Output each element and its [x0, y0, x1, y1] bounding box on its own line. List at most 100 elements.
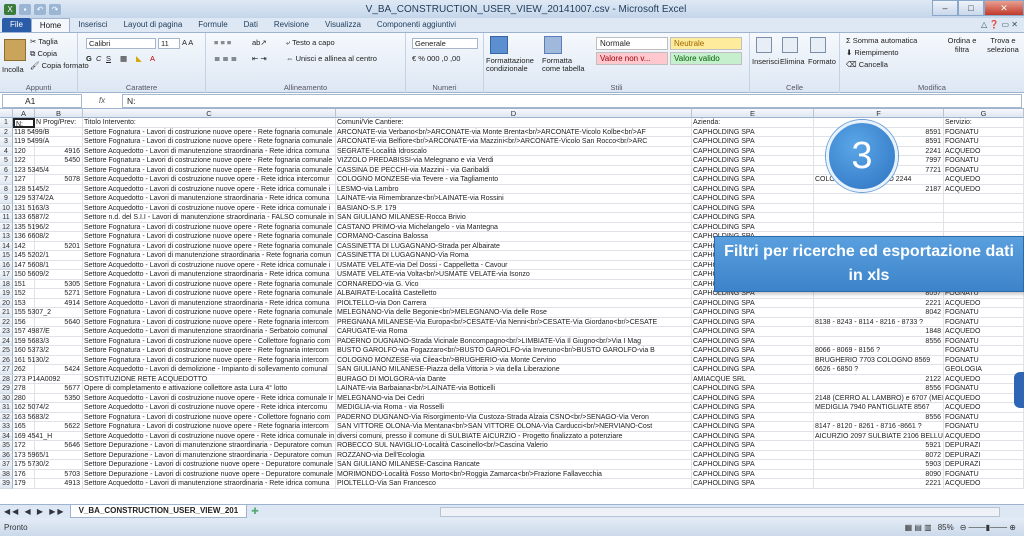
cell-f[interactable]: BRUGHERIO 7703 COLOGNO 8569: [814, 355, 944, 365]
style-normal[interactable]: Normale: [596, 37, 668, 50]
row-header[interactable]: 28: [0, 374, 13, 384]
row-header[interactable]: 32: [0, 412, 13, 422]
cell-d[interactable]: COLOGNO MONZESE-via Cilea<br/>BRUGHERIO-…: [336, 355, 692, 365]
insert-cells-icon[interactable]: [756, 37, 772, 53]
cell-c[interactable]: Settore n.d. del S.I.I - Lavori di manut…: [83, 213, 336, 223]
table-row[interactable]: 32 163 5683/2 Settore Fognatura - Lavori d…: [0, 412, 1024, 422]
cell-c[interactable]: Settore Fognatura - Lavori di costruzion…: [83, 279, 336, 289]
name-box[interactable]: A1: [2, 93, 82, 108]
cell-e[interactable]: CAPHOLDING SPA: [692, 127, 814, 137]
conditional-format-icon[interactable]: [490, 36, 508, 54]
cell-a[interactable]: 118 5499/B: [13, 127, 49, 137]
column-header-e[interactable]: E: [692, 109, 814, 118]
table-row[interactable]: 30 280 5350 Settore Acquedotto - Lavori di …: [0, 393, 1024, 403]
tab-insert[interactable]: Inserisci: [70, 18, 115, 32]
cell-c[interactable]: Settore Fognatura - Lavori di costruzion…: [83, 156, 336, 166]
cell-e[interactable]: CAPHOLDING SPA: [692, 137, 814, 147]
cell-a[interactable]: 123 5345/4: [13, 165, 49, 175]
cell-a[interactable]: 262: [13, 365, 35, 375]
cell-f[interactable]: 8138 - 8243 - 8114 - 8216 - 8733 ?: [814, 317, 944, 327]
cell-c[interactable]: Settore Fognatura - Lavori di costruzion…: [83, 308, 336, 318]
cell-b[interactable]: 5201: [35, 241, 83, 251]
cell-g[interactable]: FOGNATU: [944, 127, 1024, 137]
cell-d[interactable]: PIOLTELLO-Via San Francesco: [336, 479, 692, 489]
cell-a[interactable]: 131 5163/3: [13, 203, 49, 213]
cell-f[interactable]: 2122: [814, 374, 944, 384]
table-row[interactable]: 31 162 5074/2 Settore Acquedotto - Lavori …: [0, 403, 1024, 413]
table-row[interactable]: 37 175 5730/2 Settore Depurazione - Lavori…: [0, 460, 1024, 470]
cell-b[interactable]: [35, 194, 83, 204]
align-top-icon[interactable]: ≡ ≡ ≡: [214, 38, 231, 47]
cell-d[interactable]: SAN GIULIANO MILANESE-Piazza della Vitto…: [336, 365, 692, 375]
table-row[interactable]: 25 160 5373/2 Settore Fognatura - Lavori d…: [0, 346, 1024, 356]
cell-c[interactable]: Settore Acquedotto - Lavori di manutenzi…: [83, 194, 336, 204]
cell-b[interactable]: 5640: [35, 317, 83, 327]
cell-f[interactable]: [814, 194, 944, 204]
cell-b[interactable]: N Prog/Prev:: [35, 118, 83, 128]
cell-f[interactable]: [814, 213, 944, 223]
cell-d[interactable]: MELEGNANO-Via delle Begonie<br/>MELEGNAN…: [336, 308, 692, 318]
row-header[interactable]: 9: [0, 194, 13, 204]
cell-e[interactable]: CAPHOLDING SPA: [692, 355, 814, 365]
cell-b[interactable]: [35, 336, 83, 346]
cell-e[interactable]: AMIACQUE SRL: [692, 374, 814, 384]
cell-g[interactable]: ACQUEDO: [944, 175, 1024, 185]
row-header[interactable]: 36: [0, 450, 13, 460]
table-row[interactable]: 26 161 5130/2 Settore Fognatura - Lavori d…: [0, 355, 1024, 365]
delete-button[interactable]: Elimina: [780, 57, 805, 66]
cell-d[interactable]: PREGNANA MILANESE-Via Europa<br/>CESATE-…: [336, 317, 692, 327]
row-header[interactable]: 29: [0, 384, 13, 394]
align-left-icon[interactable]: ≣ ≣ ≣: [214, 54, 237, 63]
save-icon[interactable]: ▪: [19, 3, 31, 15]
fill-button[interactable]: ⬇ Riempimento: [846, 48, 899, 57]
row-header[interactable]: 17: [0, 270, 13, 280]
cell-d[interactable]: LAINATE-via Rimembranze<br/>LAINATE-via …: [336, 194, 692, 204]
cell-d[interactable]: MEDIGLIA-via Roma - via Rosselli: [336, 403, 692, 413]
cell-b[interactable]: [35, 127, 83, 137]
table-row[interactable]: 29 278 5677 Opere di completamento e attiva…: [0, 384, 1024, 394]
cell-b[interactable]: [35, 232, 83, 242]
paste-icon[interactable]: [4, 39, 26, 61]
tab-view[interactable]: Visualizza: [317, 18, 369, 32]
cell-f[interactable]: MEDIGLIA 7940 PANTIGLIATE 8567: [814, 403, 944, 413]
cell-a[interactable]: 175 5730/2: [13, 460, 49, 470]
row-header[interactable]: 8: [0, 184, 13, 194]
cell-b[interactable]: 5305: [35, 279, 83, 289]
insert-button[interactable]: Inserisci: [752, 57, 780, 66]
row-header[interactable]: 30: [0, 393, 13, 403]
column-header-b[interactable]: B: [35, 109, 83, 118]
cell-b[interactable]: [35, 374, 83, 384]
cell-c[interactable]: Settore Fognatura - Lavori di costruzion…: [83, 289, 336, 299]
cell-e[interactable]: CAPHOLDING SPA: [692, 479, 814, 489]
view-normal-icon[interactable]: ▦ ▤ ▥: [905, 523, 932, 532]
wrap-text-button[interactable]: ⤶ Testo a capo: [286, 38, 335, 48]
cell-a[interactable]: 159 5683/3: [13, 336, 49, 346]
font-color-icon[interactable]: A: [150, 54, 155, 63]
conditional-format-button[interactable]: Formattazione condizionale: [486, 57, 540, 73]
cell-d[interactable]: USMATE VELATE-via Del Dossi - Cappellett…: [336, 260, 692, 270]
cell-c[interactable]: Settore Fognatura - Lavori di costruzion…: [83, 346, 336, 356]
cell-c[interactable]: Settore Acquedotto - Lavori di costruzio…: [83, 403, 336, 413]
cell-b[interactable]: 5646: [35, 441, 83, 451]
cell-d[interactable]: BURAGO DI MOLGORA-via Dante: [336, 374, 692, 384]
cell-b[interactable]: [35, 222, 83, 232]
cell-f[interactable]: 6626 - 6850 ?: [814, 365, 944, 375]
cell-b[interactable]: [35, 251, 83, 261]
row-header[interactable]: 4: [0, 146, 13, 156]
cell-g[interactable]: FOGNATU: [944, 156, 1024, 166]
cell-g[interactable]: [944, 213, 1024, 223]
cell-b[interactable]: [35, 213, 83, 223]
cell-b[interactable]: [35, 165, 83, 175]
cell-a[interactable]: 165: [13, 422, 35, 432]
cell-c[interactable]: Settore Fognatura - Lavori di costruzion…: [83, 165, 336, 175]
cell-a[interactable]: 152: [13, 289, 35, 299]
cell-e[interactable]: CAPHOLDING SPA: [692, 346, 814, 356]
cell-e[interactable]: Azienda:: [692, 118, 814, 128]
cell-c[interactable]: Settore Acquedotto - Lavori di manutenzi…: [83, 146, 336, 156]
cell-e[interactable]: CAPHOLDING SPA: [692, 460, 814, 470]
cell-d[interactable]: BASIANO-S.P. 179: [336, 203, 692, 213]
cell-a[interactable]: 133 6587/2: [13, 213, 49, 223]
row-header[interactable]: 15: [0, 251, 13, 261]
column-header-c[interactable]: C: [83, 109, 336, 118]
cell-f[interactable]: 8556: [814, 384, 944, 394]
